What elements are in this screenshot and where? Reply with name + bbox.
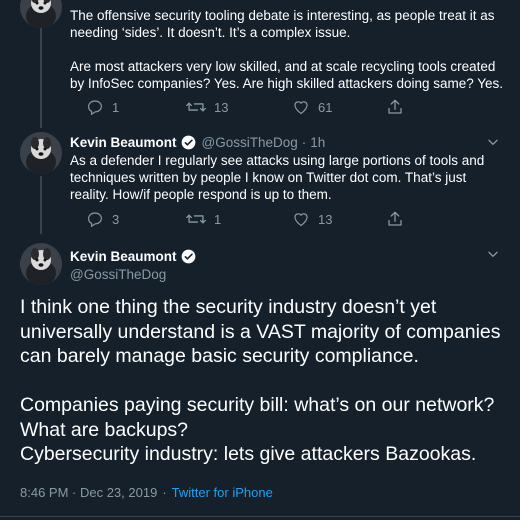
reply-icon (88, 100, 102, 116)
separator-dot: · (162, 485, 167, 500)
tweet-1-paragraph-1: The offensive security tooling debate is… (70, 8, 495, 40)
share-icon (388, 211, 402, 226)
reply-button[interactable]: 3 (86, 210, 186, 228)
main-tweet-line-2: Companies paying security bill: what’s o… (20, 394, 495, 441)
share-button[interactable] (386, 98, 404, 116)
main-tweet-text: I think one thing the security industry … (20, 295, 510, 467)
thread-line-bottom (40, 176, 42, 234)
avatar[interactable] (20, 243, 62, 285)
chevron-down-icon[interactable] (484, 133, 502, 151)
reply-count: 3 (112, 211, 120, 227)
avatar-dog-icon (20, 132, 62, 174)
divider (0, 516, 520, 517)
tweet-1-paragraph-2: Are most attackers very low skilled, and… (70, 59, 504, 91)
retweet-count: 13 (214, 99, 229, 115)
tweet-time[interactable]: 1h (310, 135, 325, 150)
reply-count: 1 (112, 99, 120, 115)
tweet-timestamp[interactable]: 8:46 PM · Dec 23, 2019 (20, 485, 157, 500)
like-icon (294, 213, 308, 226)
main-tweet-line-3: Cybersecurity industry: lets give attack… (20, 443, 477, 465)
tweet-1-actions: 1 13 61 (86, 97, 426, 117)
main-tweet-handle-row: @GossiTheDog (70, 265, 166, 283)
retweet-icon (186, 214, 206, 224)
retweet-count: 1 (214, 211, 222, 227)
handle[interactable]: @GossiTheDog (202, 135, 298, 150)
retweet-button[interactable]: 1 (186, 210, 292, 228)
reply-button[interactable]: 1 (86, 98, 186, 116)
share-button[interactable] (386, 210, 404, 228)
share-icon (388, 99, 402, 114)
chevron-down-icon[interactable] (484, 245, 502, 263)
avatar[interactable] (20, 0, 62, 28)
tweet-2-header: Kevin Beaumont @GossiTheDog · 1h (70, 133, 325, 151)
like-count: 13 (318, 211, 333, 227)
tweet-source-link[interactable]: Twitter for iPhone (172, 485, 273, 500)
avatar-dog-icon (20, 243, 62, 285)
like-button[interactable]: 13 (292, 210, 392, 228)
like-icon (294, 101, 308, 114)
main-tweet-line-1: I think one thing the security industry … (20, 296, 501, 367)
like-count: 61 (318, 99, 333, 115)
verified-badge-icon (181, 135, 196, 150)
avatar[interactable] (20, 132, 62, 174)
handle[interactable]: @GossiTheDog (70, 267, 166, 282)
avatar-dog-icon (20, 0, 62, 28)
main-tweet-name-row: Kevin Beaumont (70, 247, 196, 265)
main-tweet-meta: 8:46 PM · Dec 23, 2019 · Twitter for iPh… (20, 485, 273, 500)
verified-badge-icon (181, 249, 196, 264)
separator-dot: · (301, 134, 307, 150)
display-name[interactable]: Kevin Beaumont (70, 249, 177, 264)
tweet-2-text: As a defender I regularly see attacks us… (70, 153, 485, 202)
retweet-button[interactable]: 13 (186, 98, 292, 116)
reply-icon (88, 212, 102, 228)
display-name[interactable]: Kevin Beaumont (70, 135, 177, 150)
like-button[interactable]: 61 (292, 98, 392, 116)
retweet-icon (186, 102, 206, 112)
tweet-2-actions: 3 1 13 (86, 209, 426, 229)
tweet-1-text: The offensive security tooling debate is… (70, 7, 510, 92)
